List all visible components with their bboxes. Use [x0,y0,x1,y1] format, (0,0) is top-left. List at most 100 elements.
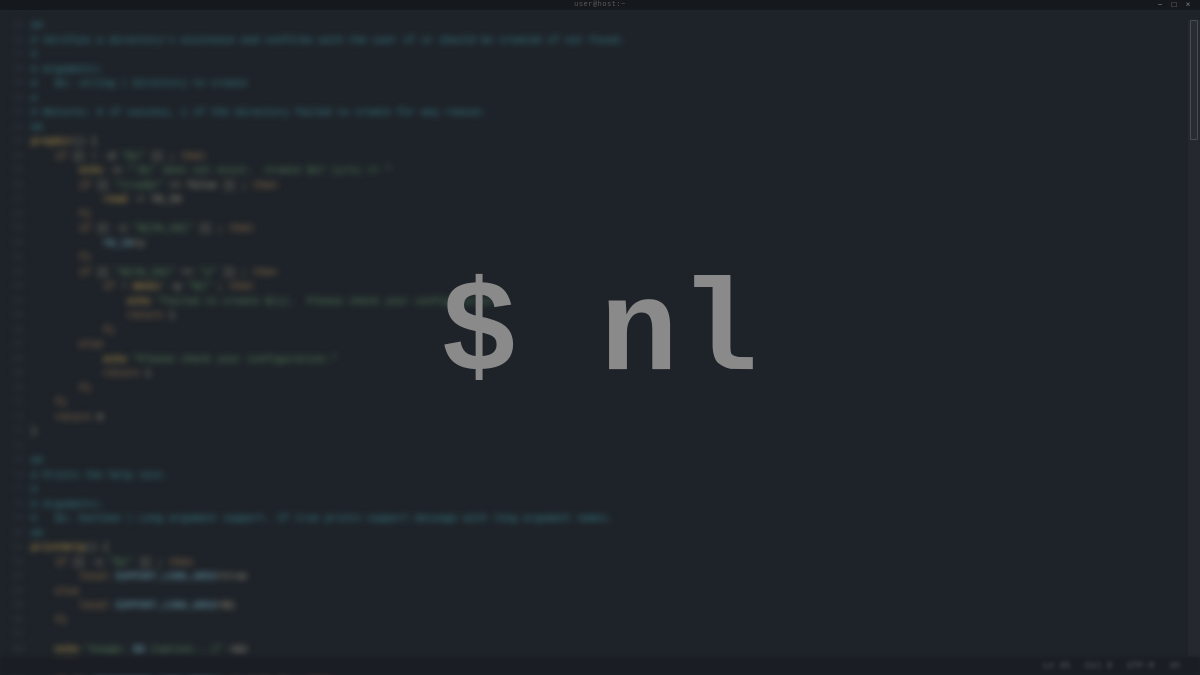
terminal-window: user@host:~ − □ × 45##46# Verifies a dir… [0,0,1200,675]
code-line: 54 if [[ ! -d "$1" ]] ; then [5,151,1195,166]
titlebar: user@host:~ − □ × [0,0,1200,10]
minimize-button[interactable]: − [1156,1,1164,9]
statusbar: Ln 45Col 8UTF-8sh [0,657,1200,675]
code-line: 51# Returns: 0 if success, 1 if the dire… [5,107,1195,122]
line-content: return 0 [31,412,103,427]
line-number: 60 [5,238,23,253]
code-line: 58 fi [5,209,1195,224]
line-number: 88 [5,644,23,659]
line-content: return 1 [31,368,151,383]
line-content: # $1: boolean | Long argument support. I… [31,513,613,528]
line-number: 79 [5,513,23,528]
line-content: local SUPPORT_LONG_ARGS=$1 [31,600,235,615]
line-number: 86 [5,615,23,630]
code-line: 77# [5,484,1195,499]
code-line: 57 read -r YN_IN [5,194,1195,209]
line-number: 45 [5,20,23,35]
line-content: if [[ ! -d "$1" ]] ; then [31,151,205,166]
line-number: 62 [5,267,23,282]
code-line: 46# Verifies a directory's existence and… [5,35,1195,50]
line-content: echo -n "'$1' does not exist. Create $1?… [31,165,391,180]
line-number: 64 [5,296,23,311]
line-content: read -r YN_IN [31,194,181,209]
line-number: 68 [5,354,23,369]
line-number: 56 [5,180,23,195]
maximize-button[interactable]: □ [1170,1,1178,9]
line-number: 51 [5,107,23,122]
vertical-scrollbar[interactable] [1188,20,1200,657]
code-line: 53prepDir() { [5,136,1195,151]
line-content: ## [31,20,43,35]
line-number: 87 [5,629,23,644]
line-content: } [31,426,37,441]
code-line: 76# Prints the help text. [5,470,1195,485]
code-line: 82 if [[ -z "$1" ]] ; then [5,557,1195,572]
line-content: fi [31,252,91,267]
line-content: echo "Please check your configuration." [31,354,337,369]
status-item: UTF-8 [1127,661,1154,671]
line-number: 70 [5,383,23,398]
status-item: sh [1169,661,1180,671]
line-content: YN_IN=y [31,238,145,253]
code-line: 72 return 0 [5,412,1195,427]
status-item: Col 8 [1085,661,1112,671]
line-content: # $1: string | Directory to create [31,78,247,93]
line-number: 53 [5,136,23,151]
line-number: 52 [5,122,23,137]
line-content: echo "Failed to create $(1). Please chec… [31,296,505,311]
scrollbar-thumb[interactable] [1190,20,1198,140]
line-content [31,629,37,644]
line-number: 71 [5,397,23,412]
code-line: 79 # $1: boolean | Long argument support.… [5,513,1195,528]
code-line: 48# Arguments: [5,64,1195,79]
line-number: 57 [5,194,23,209]
line-number: 84 [5,586,23,601]
line-number: 80 [5,528,23,543]
code-line: 83 local SUPPORT_LONG_ARGS=true [5,571,1195,586]
line-number: 47 [5,49,23,64]
window-title: user@host:~ [574,1,626,9]
line-number: 66 [5,325,23,340]
line-number: 83 [5,571,23,586]
line-content: fi [31,615,67,630]
line-number: 74 [5,441,23,456]
close-button[interactable]: × [1184,1,1192,9]
line-number: 72 [5,412,23,427]
line-number: 77 [5,484,23,499]
line-number: 49 [5,78,23,93]
line-number: 54 [5,151,23,166]
line-content: # Arguments: [31,499,103,514]
window-controls: − □ × [1156,1,1192,9]
line-number: 69 [5,368,23,383]
line-content: # Verifies a directory's existence and c… [31,35,625,50]
line-content: if [[ "${YN_IN}" == "y" ]] ; then [31,267,277,282]
line-content: if [[ "true$1" == false ]] ; then [31,180,277,195]
line-number: 63 [5,281,23,296]
code-line: 55 echo -n "'$1' does not exist. Create … [5,165,1195,180]
code-line: 78# Arguments: [5,499,1195,514]
line-number: 81 [5,542,23,557]
code-line: 73} [5,426,1195,441]
line-number: 50 [5,93,23,108]
line-content: echo "Usage: $0 [option...]" >&2 [31,644,247,659]
line-content [31,441,37,456]
line-number: 55 [5,165,23,180]
line-content: ## [31,455,43,470]
code-line: 52## [5,122,1195,137]
line-content: fi [31,209,91,224]
code-line: 50# [5,93,1195,108]
overlay-command-text: $ nl [440,262,760,409]
line-content: return 1 [31,310,175,325]
code-line: 75## [5,455,1195,470]
line-number: 82 [5,557,23,572]
line-content: # Arguments: [31,64,103,79]
code-line: 86 fi [5,615,1195,630]
code-line: 56 if [[ "true$1" == false ]] ; then [5,180,1195,195]
code-line: 59 if [[ -z "${YN_IN}" ]] ; then [5,223,1195,238]
code-line: 74 [5,441,1195,456]
line-content: # [31,49,37,64]
code-line: 88 echo "Usage: $0 [option...]" >&2 [5,644,1195,659]
code-line: 84 else [5,586,1195,601]
line-content: if [[ -z "$1" ]] ; then [31,557,193,572]
code-line: 85 local SUPPORT_LONG_ARGS=$1 [5,600,1195,615]
